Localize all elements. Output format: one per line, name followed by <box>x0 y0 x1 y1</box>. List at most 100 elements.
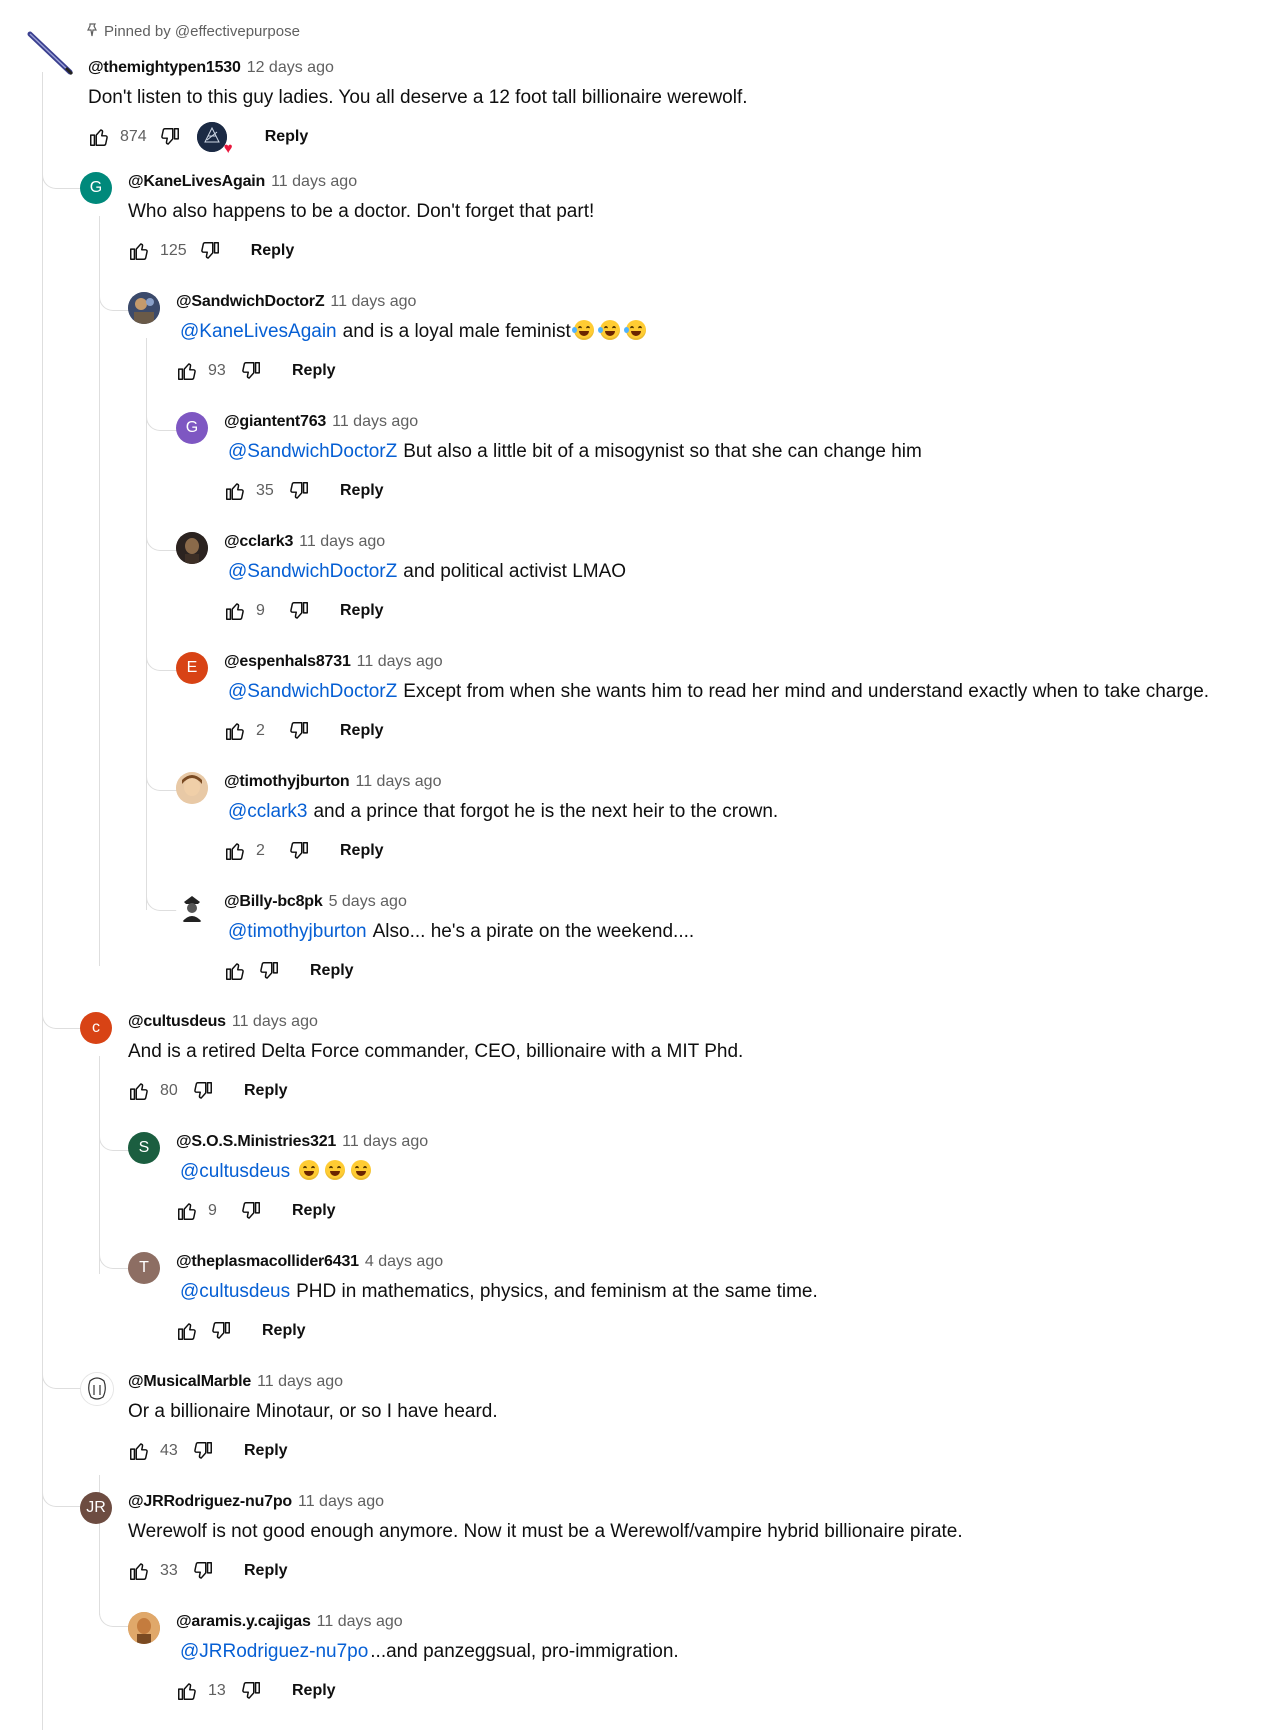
like-icon[interactable] <box>224 840 246 862</box>
reply-button[interactable]: Reply <box>265 128 309 146</box>
reply-button[interactable]: Reply <box>340 602 384 620</box>
mention-link[interactable]: @SandwichDoctorZ <box>228 441 397 462</box>
comment-time[interactable]: 11 days ago <box>298 1493 384 1510</box>
comment-time[interactable]: 11 days ago <box>357 653 443 670</box>
comment-author[interactable]: @cultusdeus <box>128 1013 226 1030</box>
reply-button[interactable]: Reply <box>244 1562 288 1580</box>
mention-link[interactable]: @JRRodriguez-nu7po <box>180 1641 368 1662</box>
comment-time[interactable]: 11 days ago <box>232 1013 318 1030</box>
comment-time[interactable]: 11 days ago <box>355 773 441 790</box>
reply-button[interactable]: Reply <box>340 842 384 860</box>
like-icon[interactable] <box>128 1440 150 1462</box>
dislike-icon[interactable] <box>258 960 280 982</box>
like-icon[interactable] <box>128 1560 150 1582</box>
dislike-icon[interactable] <box>240 1680 262 1702</box>
comment-author[interactable]: @MusicalMarble <box>128 1373 251 1390</box>
comment-author[interactable]: @theplasmacollider6431 <box>176 1253 359 1270</box>
avatar-letter: c <box>92 1019 100 1036</box>
like-icon[interactable] <box>224 960 246 982</box>
avatar[interactable]: JR <box>80 1492 112 1524</box>
comment-author[interactable]: @KaneLivesAgain <box>128 173 265 190</box>
reply-button[interactable]: Reply <box>340 482 384 500</box>
comment-time[interactable]: 4 days ago <box>365 1253 443 1270</box>
comment-text: But also a little bit of a misogynist so… <box>403 441 922 462</box>
comment-time[interactable]: 11 days ago <box>299 533 385 550</box>
reply-button[interactable]: Reply <box>310 962 354 980</box>
pinned-label: Pinned by @effectivepurpose <box>86 22 300 42</box>
avatar[interactable]: E <box>176 652 208 684</box>
dislike-icon[interactable] <box>210 1320 232 1342</box>
reply-button[interactable]: Reply <box>292 1202 336 1220</box>
avatar[interactable]: S <box>128 1132 160 1164</box>
comment-actions: 2 Reply <box>224 838 778 864</box>
reply-button[interactable]: Reply <box>244 1082 288 1100</box>
comment-author[interactable]: @aramis.y.cajigas <box>176 1613 311 1630</box>
dislike-icon[interactable] <box>288 480 310 502</box>
avatar[interactable] <box>128 292 160 324</box>
comment-author[interactable]: @espenhals8731 <box>224 653 351 670</box>
dislike-icon[interactable] <box>288 720 310 742</box>
avatar[interactable] <box>128 1612 160 1644</box>
comment-author[interactable]: @themightypen1530 <box>88 59 241 76</box>
dislike-icon[interactable] <box>192 1080 214 1102</box>
comment-time[interactable]: 12 days ago <box>247 59 334 76</box>
avatar[interactable]: c <box>80 1012 112 1044</box>
like-icon[interactable] <box>88 126 110 148</box>
dislike-icon[interactable] <box>199 240 221 262</box>
avatar-letter: E <box>186 659 198 676</box>
mention-link[interactable]: @SandwichDoctorZ <box>228 561 397 582</box>
avatar[interactable]: T <box>128 1252 160 1284</box>
comment-author[interactable]: @SandwichDoctorZ <box>176 293 325 310</box>
avatar[interactable] <box>80 1372 114 1406</box>
comment-time[interactable]: 5 days ago <box>329 893 407 910</box>
mention-link[interactable]: @cultusdeus <box>180 1161 290 1182</box>
comment-author[interactable]: @S.O.S.Ministries321 <box>176 1133 336 1150</box>
comment-actions: 93 Reply <box>176 358 646 384</box>
mention-link[interactable]: @KaneLivesAgain <box>180 321 337 342</box>
avatar[interactable]: G <box>80 172 112 204</box>
dislike-icon[interactable] <box>288 840 310 862</box>
reply-button[interactable]: Reply <box>340 722 384 740</box>
comment-time[interactable]: 11 days ago <box>271 173 357 190</box>
mention-link[interactable]: @timothyjburton <box>228 921 367 942</box>
dislike-icon[interactable] <box>192 1440 214 1462</box>
reply-button[interactable]: Reply <box>292 1682 336 1700</box>
like-icon[interactable] <box>224 600 246 622</box>
reply-button[interactable]: Reply <box>244 1442 288 1460</box>
mention-link[interactable]: @cultusdeus <box>180 1281 290 1302</box>
comment-author[interactable]: @JRRodriguez-nu7po <box>128 1493 292 1510</box>
comment-author[interactable]: @Billy-bc8pk <box>224 893 323 910</box>
comment-author[interactable]: @cclark3 <box>224 533 293 550</box>
sketch-avatar-icon <box>81 1373 113 1405</box>
like-icon[interactable] <box>176 1320 198 1342</box>
avatar[interactable]: G <box>176 412 208 444</box>
comment-author[interactable]: @giantent763 <box>224 413 326 430</box>
reply-button[interactable]: Reply <box>251 242 295 260</box>
comment-author[interactable]: @timothyjburton <box>224 773 350 790</box>
like-icon[interactable] <box>176 360 198 382</box>
like-icon[interactable] <box>128 240 150 262</box>
like-icon[interactable] <box>224 720 246 742</box>
comment-time[interactable]: 11 days ago <box>257 1373 343 1390</box>
like-icon[interactable] <box>176 1200 198 1222</box>
avatar[interactable] <box>176 772 208 804</box>
reply-button[interactable]: Reply <box>292 362 336 380</box>
dislike-icon[interactable] <box>240 360 262 382</box>
dislike-icon[interactable] <box>240 1200 262 1222</box>
reply-button[interactable]: Reply <box>262 1322 306 1340</box>
mention-link[interactable]: @cclark3 <box>228 801 307 822</box>
dislike-icon[interactable] <box>192 1560 214 1582</box>
comment-time[interactable]: 11 days ago <box>330 293 416 310</box>
avatar[interactable] <box>26 28 76 78</box>
dislike-icon[interactable] <box>288 600 310 622</box>
avatar[interactable] <box>176 532 208 564</box>
like-icon[interactable] <box>176 1680 198 1702</box>
comment-time[interactable]: 11 days ago <box>317 1613 403 1630</box>
avatar[interactable] <box>176 892 208 924</box>
comment-time[interactable]: 11 days ago <box>332 413 418 430</box>
comment-time[interactable]: 11 days ago <box>342 1133 428 1150</box>
like-icon[interactable] <box>224 480 246 502</box>
like-icon[interactable] <box>128 1080 150 1102</box>
dislike-icon[interactable] <box>159 126 181 148</box>
mention-link[interactable]: @SandwichDoctorZ <box>228 681 397 702</box>
